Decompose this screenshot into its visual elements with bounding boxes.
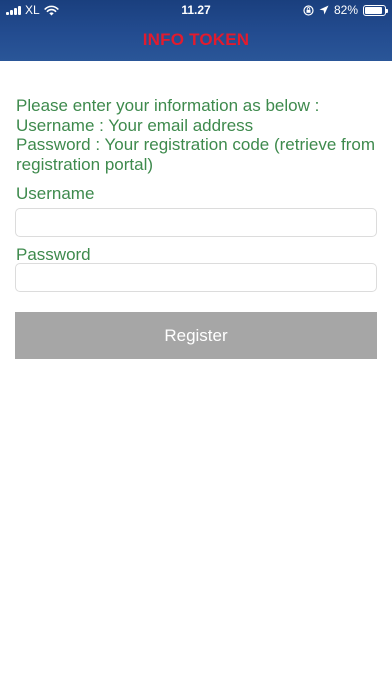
instruction-line: Username : Your email address xyxy=(16,115,254,135)
instructions-text: Please enter your information as below :… xyxy=(16,96,386,174)
instruction-line: Password : Your registration code (retri… xyxy=(16,135,376,154)
battery-icon xyxy=(363,4,388,16)
username-label: Username xyxy=(16,184,95,203)
status-right: 82% xyxy=(303,3,388,17)
instruction-line: Please enter your information as below : xyxy=(16,96,320,115)
status-bar: XL 11.27 82% xyxy=(0,0,392,20)
rotation-lock-icon xyxy=(303,4,314,16)
password-label: Password xyxy=(16,245,91,264)
app-header: XL 11.27 82% INFO TOKEN xyxy=(0,0,392,61)
location-icon xyxy=(319,5,329,15)
register-button[interactable]: Register xyxy=(15,312,377,359)
page-title: INFO TOKEN xyxy=(142,30,250,49)
password-input[interactable] xyxy=(15,263,377,292)
battery-percent: 82% xyxy=(333,3,358,17)
instruction-line: registration portal) xyxy=(16,154,154,174)
username-input[interactable] xyxy=(15,208,377,237)
screen: XL 11.27 82% INFO TOKEN Please enter you… xyxy=(0,0,392,696)
